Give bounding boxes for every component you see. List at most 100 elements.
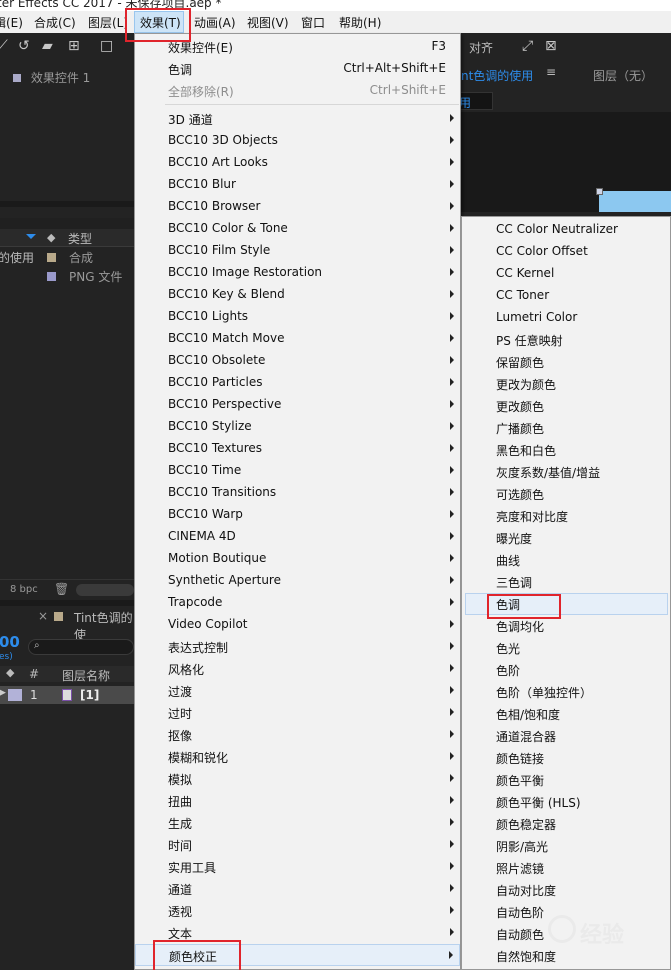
menu-item-category[interactable]: BCC10 Lights [135,306,460,328]
menu-item-category[interactable]: 3D 通道 [135,108,460,130]
menu-item-category[interactable]: BCC10 Time [135,460,460,482]
menu-composition[interactable]: 合成(C) [34,14,76,31]
align-label[interactable]: 对齐 [469,39,493,56]
menu-item-category[interactable]: BCC10 Perspective [135,394,460,416]
menu-item-category[interactable]: 过时 [135,702,460,724]
hand-tool-icon[interactable]: ⟋ [0,38,8,54]
layer-row[interactable]: ▶ 1 [1] [0,686,134,704]
submenu-item-effect[interactable]: 三色调 [462,571,670,593]
close-tab-icon[interactable]: × [38,609,48,623]
menu-item-category[interactable]: Trapcode [135,592,460,614]
menu-item-category[interactable]: BCC10 Image Restoration [135,262,460,284]
menu-help[interactable]: 帮助(H) [339,14,381,31]
menu-item-category[interactable]: CINEMA 4D [135,526,460,548]
menu-item-category[interactable]: BCC10 Browser [135,196,460,218]
project-item-row[interactable]: PNG 文件 [0,267,134,285]
menu-item-category[interactable]: BCC10 Art Looks [135,152,460,174]
menu-item-category[interactable]: BCC10 Key & Blend [135,284,460,306]
menu-item-category[interactable]: 生成 [135,812,460,834]
submenu-item-effect[interactable]: Lumetri Color [462,307,670,329]
submenu-item-effect[interactable]: 色阶 [462,659,670,681]
menu-item-category[interactable]: BCC10 Obsolete [135,350,460,372]
rotate-tool-icon[interactable]: ↺ [18,38,30,54]
expand-arrow-icon[interactable]: ▶ [0,688,6,698]
menu-item-category[interactable]: 扭曲 [135,790,460,812]
bit-depth[interactable]: 8 bpc [10,584,38,595]
menu-item-category[interactable]: BCC10 Film Style [135,240,460,262]
submenu-item-effect[interactable]: 灰度系数/基值/增益 [462,461,670,483]
submenu-item-effect[interactable]: CC Color Offset [462,241,670,263]
menu-item-category[interactable]: BCC10 Particles [135,372,460,394]
horizontal-scrollbar[interactable] [76,584,134,596]
menu-item-category[interactable]: 实用工具 [135,856,460,878]
submenu-item-effect[interactable]: 广播颜色 [462,417,670,439]
menu-item-category[interactable]: 时间 [135,834,460,856]
menu-item-category[interactable]: BCC10 Warp [135,504,460,526]
menu-item-category[interactable]: BCC10 Stylize [135,416,460,438]
submenu-item-effect[interactable]: 色阶（单独控件） [462,681,670,703]
menu-item-category[interactable]: 模拟 [135,768,460,790]
submenu-item-effect[interactable]: 颜色平衡 (HLS) [462,791,670,813]
camera-tool-icon[interactable]: ▰ [42,38,53,54]
layer-label-swatch[interactable] [8,689,22,701]
menu-item-category[interactable]: BCC10 Blur [135,174,460,196]
menu-item-category[interactable]: Synthetic Aperture [135,570,460,592]
menu-item-category[interactable]: Motion Boutique [135,548,460,570]
menu-item-category[interactable]: 通道 [135,878,460,900]
axis-tool-icon[interactable]: ⤢ [522,38,533,54]
submenu-item-effect[interactable]: 颜色稳定器 [462,813,670,835]
menu-edit[interactable]: 辑(E) [0,14,23,31]
panel-menu-icon[interactable]: ≡ [546,65,556,79]
submenu-item-effect[interactable]: CC Color Neutralizer [462,219,670,241]
menu-item-category[interactable]: 过渡 [135,680,460,702]
submenu-item-effect[interactable]: 色相/饱和度 [462,703,670,725]
menu-item-category[interactable]: BCC10 3D Objects [135,130,460,152]
submenu-item-effect[interactable]: 颜色链接 [462,747,670,769]
submenu-item-effect[interactable]: 颜色平衡 [462,769,670,791]
submenu-item-effect[interactable]: 曝光度 [462,527,670,549]
menu-item-category[interactable]: 抠像 [135,724,460,746]
menu-item-category[interactable]: BCC10 Transitions [135,482,460,504]
submenu-item-effect[interactable]: 色光 [462,637,670,659]
effects-control-tab[interactable]: 效果控件 1 [13,69,90,86]
submenu-item-effect[interactable]: 亮度和对比度 [462,505,670,527]
frame-handle[interactable] [596,188,603,195]
timeline-search-input[interactable]: ⌕ [28,639,134,655]
submenu-item-effect[interactable]: 照片滤镜 [462,857,670,879]
menu-item-category[interactable]: BCC10 Match Move [135,328,460,350]
menu-item-last-effect[interactable]: 色调 Ctrl+Alt+Shift+E [135,58,460,80]
submenu-item-effect[interactable]: 更改颜色 [462,395,670,417]
menu-item-category[interactable]: BCC10 Textures [135,438,460,460]
menu-item-category[interactable]: 透视 [135,900,460,922]
menu-view[interactable]: 视图(V) [247,14,289,31]
pan-behind-tool-icon[interactable]: ⊞ [68,38,80,54]
rectangle-tool-icon[interactable]: □ [100,38,113,54]
submenu-item-effect[interactable]: 通道混合器 [462,725,670,747]
submenu-item-effect[interactable]: 可选颜色 [462,483,670,505]
submenu-item-effect[interactable]: 黑色和白色 [462,439,670,461]
submenu-item-effect[interactable]: 阴影/高光 [462,835,670,857]
menu-window[interactable]: 窗口 [301,14,325,31]
submenu-item-effect[interactable]: 自动对比度 [462,879,670,901]
menu-item-category[interactable]: 风格化 [135,658,460,680]
submenu-item-effect[interactable]: CC Kernel [462,263,670,285]
composition-tab[interactable]: nt色调的使用 [461,67,533,84]
menu-item-category[interactable]: Video Copilot [135,614,460,636]
menu-item-category[interactable]: 表达式控制 [135,636,460,658]
submenu-item-effect[interactable]: 更改为颜色 [462,373,670,395]
sort-arrow-icon[interactable] [26,234,36,239]
submenu-item-effect[interactable]: PS 任意映射 [462,329,670,351]
submenu-item-effect[interactable]: 曲线 [462,549,670,571]
composition-viewer[interactable] [455,112,671,212]
timecode[interactable]: 00 [0,633,20,651]
column-type[interactable]: 类型 [68,230,92,247]
project-item-row[interactable]: 的使用 合成 [0,248,134,266]
timeline-tab[interactable]: × Tint色调的使 [0,606,134,642]
menu-item-category[interactable]: 模糊和锐化 [135,746,460,768]
snap-icon[interactable]: ⊠ [545,38,557,54]
menu-item-category[interactable]: BCC10 Color & Tone [135,218,460,240]
trash-icon[interactable]: 🗑 [54,582,69,596]
layer-tab[interactable]: 图层（无） [593,67,653,84]
menu-layer[interactable]: 图层(L) [88,14,128,31]
submenu-item-effect[interactable]: CC Toner [462,285,670,307]
